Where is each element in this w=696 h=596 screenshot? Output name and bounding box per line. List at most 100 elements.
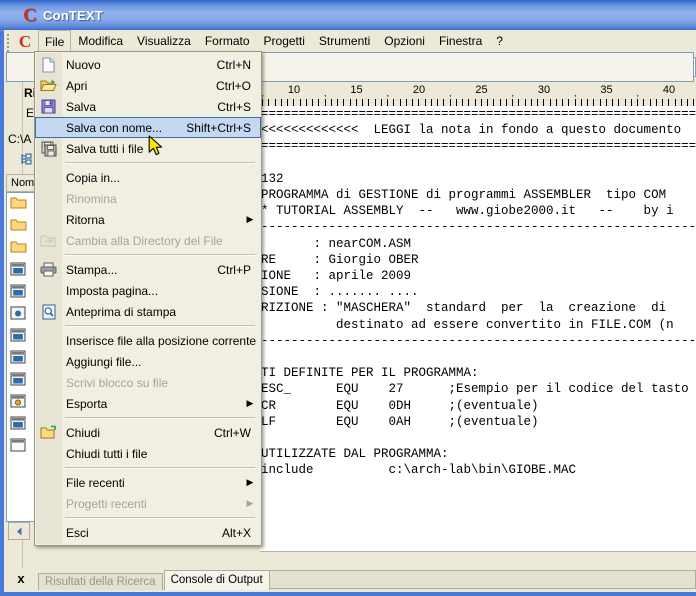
file-menu-item-salva-con-nome[interactable]: Salva con nome... Shift+Ctrl+S (35, 117, 261, 138)
menu-separator (65, 254, 255, 256)
open-folder-icon (35, 75, 62, 96)
ruler-label: 15 (350, 84, 363, 96)
file-window-icon (10, 415, 26, 433)
menu-bar-item-file[interactable]: File (38, 30, 72, 53)
file-menu-item-label: Aggiungi file... (66, 354, 142, 369)
close-folder-icon (35, 422, 62, 443)
file-menu-item-apri[interactable]: Apri Ctrl+O (35, 75, 261, 96)
file-menu-item-progetti-recenti: Progetti recenti ▶ (35, 493, 261, 514)
ruler-tick (468, 99, 469, 106)
ruler-tick (556, 99, 557, 106)
file-menu-item-accelerator: Ctrl+O (215, 78, 251, 93)
file-menu-item-copia-in[interactable]: Copia in... (35, 167, 261, 188)
tabstrip-background (222, 570, 696, 589)
file-menu-item-accelerator: Ctrl+P (217, 262, 251, 277)
file-menu-item-esporta[interactable]: Esporta ▶ (35, 393, 261, 414)
title-bar[interactable]: C ConTEXT (0, 0, 696, 30)
file-menu-item-chiudi-tutti-i-file[interactable]: Chiudi tutti i file (35, 443, 261, 464)
ruler-label: 35 (600, 84, 613, 96)
ruler-tick (281, 99, 282, 106)
file-menu-item-esci[interactable]: Esci Alt+X (35, 522, 261, 543)
menu-bar-item-formato[interactable]: Formato (198, 30, 257, 52)
output-tab-risultati-della-ricerca[interactable]: Risultati della Ricerca (38, 573, 163, 590)
menu-item-no-icon (35, 443, 62, 464)
file-menu-item-label: Nuovo (66, 57, 101, 72)
file-menu-item-accelerator: Ctrl+W (214, 425, 251, 440)
output-tabs: Risultati della Ricerca Console di Output (38, 570, 271, 590)
ruler-tick (437, 99, 438, 106)
toolbar-grip[interactable] (7, 34, 10, 52)
file-menu-dropdown[interactable]: Nuovo Ctrl+N Apri Ctrl+O Salva Ctrl+S Salva co… (34, 51, 262, 546)
file-menu-item-label: Copia in... (66, 170, 121, 185)
ruler-tick (656, 99, 657, 106)
ruler-label: 30 (537, 84, 551, 96)
ruler-tick (287, 99, 288, 106)
file-menu-item-label: Cambia alla Directory del File (66, 233, 223, 248)
menu-bar-item-modifica[interactable]: Modifica (71, 30, 130, 52)
file-menu-item-chiudi[interactable]: Chiudi Ctrl+W (35, 422, 261, 443)
file-menu-item-accelerator: Ctrl+S (217, 99, 251, 114)
menu-bar-item-visualizza[interactable]: Visualizza (130, 30, 198, 52)
menu-item-no-icon (35, 188, 62, 209)
file-menu-item-ritorna[interactable]: Ritorna ▶ (35, 209, 261, 230)
file-menu-item-imposta-pagina[interactable]: Imposta pagina... (35, 280, 261, 301)
ruler-tick (425, 99, 426, 106)
current-path: C:\A (8, 132, 32, 146)
menu-bar-item--[interactable]: ? (489, 30, 510, 52)
ruler-tick (668, 99, 669, 106)
file-menu-item-file-recenti[interactable]: File recenti ▶ (35, 472, 261, 493)
menu-bar-item-finestra[interactable]: Finestra (432, 30, 489, 52)
menu-item-no-icon (35, 493, 62, 514)
output-tab-console-di-output[interactable]: Console di Output (163, 570, 270, 590)
menu-item-no-icon (35, 351, 62, 372)
file-window-icon (10, 261, 26, 279)
file-menu-item-salva[interactable]: Salva Ctrl+S (35, 96, 261, 117)
ruler-tick (606, 99, 607, 106)
tree-toggle-icon[interactable] (20, 152, 34, 169)
menu-bar-item-progetti[interactable]: Progetti (257, 30, 312, 52)
file-menu-item-anteprima-di-stampa[interactable]: Anteprima di stampa (35, 301, 261, 322)
ruler-minor-mark: , (448, 88, 452, 98)
file-menu-item-inserisce-file-alla-posizione-corrente[interactable]: Inserisce file alla posizione corrente (35, 330, 261, 351)
ruler-tick (493, 99, 494, 106)
menu-item-no-icon (35, 330, 62, 351)
menubar-logo-icon: C (18, 32, 32, 51)
save-disk-icon (35, 96, 62, 117)
menu-bar-item-strumenti[interactable]: Strumenti (312, 30, 377, 52)
ruler-tick (587, 99, 588, 106)
file-menu-item-scrivi-blocco-su-file: Scrivi blocco su file (35, 372, 261, 393)
file-window-icon (10, 349, 26, 367)
file-menu-item-label: Salva (66, 99, 97, 114)
file-menu-item-label: Ritorna (66, 212, 105, 227)
file-menu-item-accelerator: Alt+X (221, 525, 251, 540)
file-menu-item-salva-tutti-i-file[interactable]: Salva tutti i file (35, 138, 261, 159)
file-menu-item-rinomina: Rinomina (35, 188, 261, 209)
editor-ruler: 10,15,20,25,30,35,40,45,50,55, (260, 82, 696, 107)
file-menu-item-label: Esci (66, 525, 89, 540)
editor-area[interactable]: 10,15,20,25,30,35,40,45,50,55, =========… (260, 82, 696, 568)
file-menu-item-label: Salva con nome... (66, 120, 163, 135)
file-menu-item-aggiungi-file[interactable]: Aggiungi file... (35, 351, 261, 372)
editor-horizontal-scrollbar[interactable] (260, 551, 696, 568)
file-menu-item-nuovo[interactable]: Nuovo Ctrl+N (35, 54, 261, 75)
ruler-tick (356, 99, 357, 106)
ruler-tick (612, 99, 613, 106)
ruler-label: 20 (412, 84, 426, 96)
ruler-minor-mark: , (573, 88, 577, 98)
menu-bar-item-opzioni[interactable]: Opzioni (377, 30, 432, 52)
ruler-tick (337, 99, 338, 106)
scroll-left-button[interactable] (8, 522, 30, 540)
file-menu-item-stampa[interactable]: Stampa... Ctrl+P (35, 259, 261, 280)
ruler-tick (650, 99, 651, 106)
ruler-tick (475, 99, 476, 106)
close-output-pane-button[interactable]: x (14, 572, 28, 586)
ruler-tick (687, 99, 688, 106)
new-file-icon (35, 54, 62, 75)
editor-text[interactable]: ========================================… (260, 106, 696, 550)
ruler-tick (300, 99, 301, 106)
ruler-tick (581, 99, 582, 106)
ruler-tick (600, 99, 601, 106)
menu-separator (65, 467, 255, 469)
menu-separator (65, 162, 255, 164)
menu-item-no-icon (35, 167, 62, 188)
